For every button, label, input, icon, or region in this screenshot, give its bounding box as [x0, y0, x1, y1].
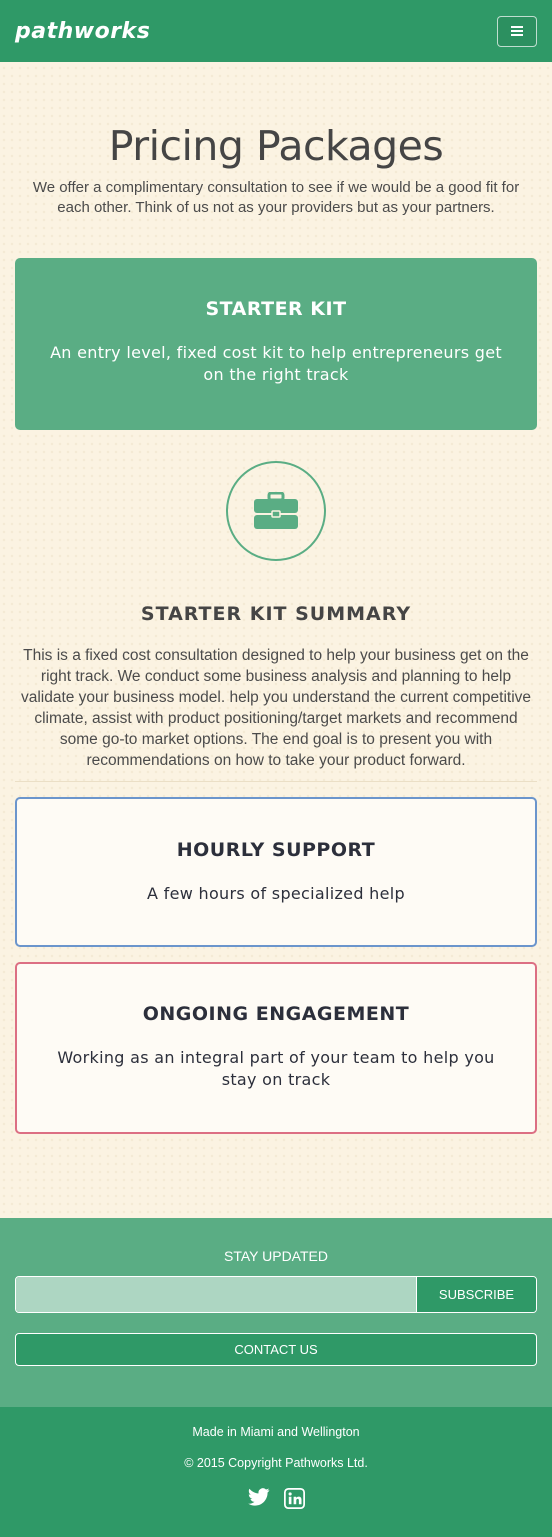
linkedin-icon[interactable]: [283, 1488, 305, 1509]
hourly-support-description: A few hours of specialized help: [147, 884, 405, 903]
email-input[interactable]: [16, 1277, 416, 1312]
top-navbar: pathworks: [0, 0, 552, 62]
stay-updated-label: STAY UPDATED: [224, 1248, 328, 1264]
ongoing-engagement-description: Working as an integral part of your team…: [57, 1048, 495, 1089]
divider: [15, 781, 537, 782]
hamburger-menu-icon: [511, 26, 523, 28]
ongoing-engagement-title: ONGOING ENGAGEMENT: [142, 1003, 410, 1025]
summary-title: STARTER KIT SUMMARY: [140, 603, 412, 625]
intro-text: We offer a complimentary consultation to…: [32, 179, 520, 216]
hourly-support-title: HOURLY SUPPORT: [176, 839, 376, 861]
menu-toggle-button[interactable]: [497, 15, 537, 47]
made-in-text: Made in Miami and Wellington: [192, 1425, 360, 1439]
main-content: Pricing Packages We offer a complimentar…: [0, 122, 552, 1134]
footer: Made in Miami and Wellington © 2015 Copy…: [0, 1407, 552, 1537]
briefcase-icon-circle: [226, 461, 326, 561]
logo[interactable]: pathworks: [15, 19, 150, 44]
contact-us-button[interactable]: CONTACT US: [15, 1333, 537, 1366]
copyright-text: © 2015 Copyright Pathworks Ltd.: [184, 1456, 368, 1470]
newsletter-section: STAY UPDATED SUBSCRIBE CONTACT US: [0, 1218, 552, 1407]
hourly-support-card[interactable]: HOURLY SUPPORT A few hours of specialize…: [15, 797, 537, 947]
subscribe-button[interactable]: SUBSCRIBE: [416, 1277, 536, 1312]
starter-kit-card[interactable]: STARTER KIT An entry level, fixed cost k…: [15, 258, 537, 430]
ongoing-engagement-card[interactable]: ONGOING ENGAGEMENT Working as an integra…: [15, 962, 537, 1134]
social-links: [0, 1488, 552, 1509]
subscribe-form: SUBSCRIBE: [15, 1276, 537, 1313]
briefcase-icon: [254, 492, 298, 529]
starter-kit-title: STARTER KIT: [205, 298, 347, 320]
starter-kit-description: An entry level, fixed cost kit to help e…: [50, 343, 502, 384]
summary-text: This is a fixed cost consultation design…: [20, 647, 532, 769]
twitter-icon[interactable]: [247, 1488, 270, 1506]
page-title: Pricing Packages: [108, 122, 444, 170]
